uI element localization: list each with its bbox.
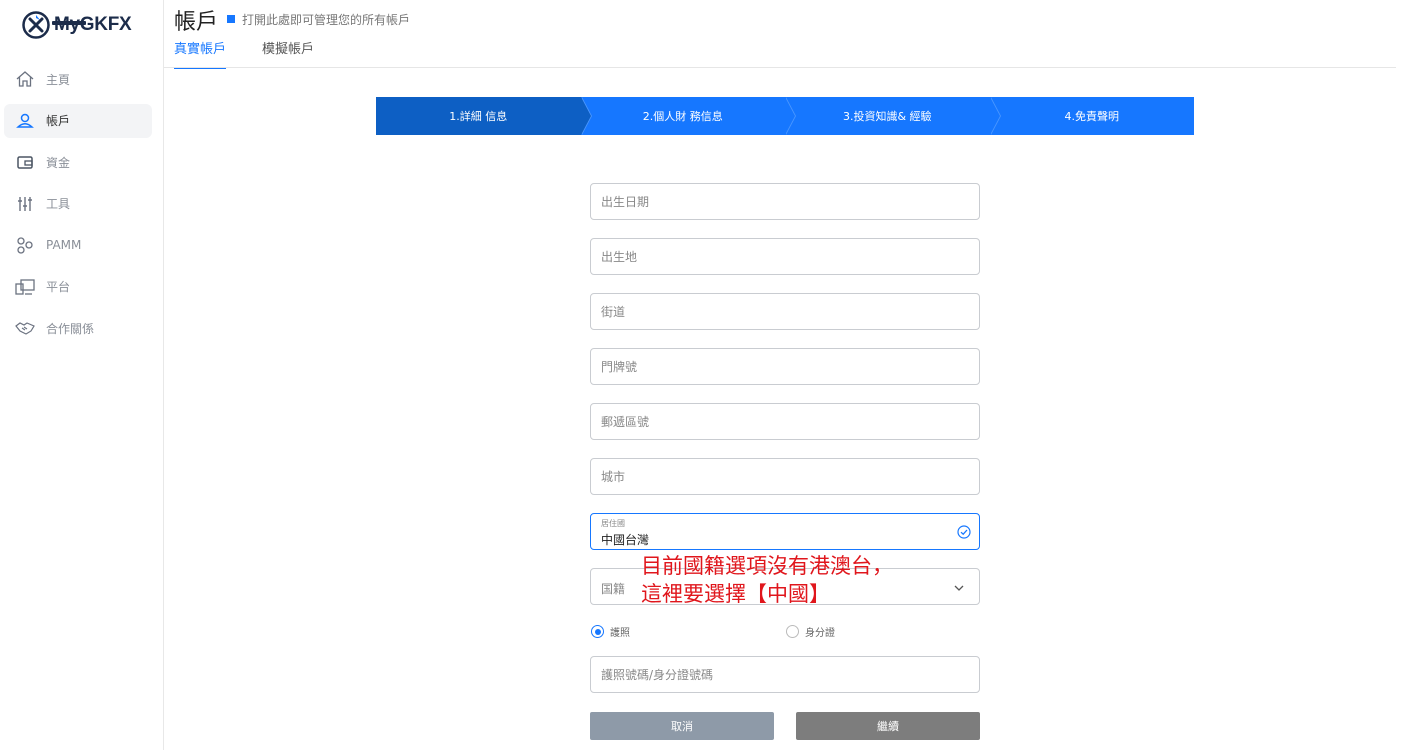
id-number-field [590, 656, 980, 693]
step-label: 2.個人財 務信息 [642, 110, 723, 123]
step-label: 3.投資知識& 經驗 [842, 110, 932, 123]
step-label: 4.免責聲明 [1064, 110, 1120, 123]
birth-date-field [590, 183, 980, 220]
logo-underline [52, 21, 86, 25]
step-label: 1.詳細 信息 [449, 110, 508, 123]
platform-icon [14, 276, 36, 298]
postal-code-field [590, 403, 980, 440]
step-arrow [989, 97, 1000, 135]
sidebar-item-label: 主頁 [46, 72, 71, 87]
step-disclaimer[interactable]: 4.免責聲明 [990, 97, 1195, 135]
sidebar-item-label: 平台 [46, 280, 71, 294]
step-arrow [785, 97, 795, 135]
sidebar-item-label: 工具 [46, 197, 71, 211]
id-number-input[interactable] [591, 657, 979, 692]
pamm-icon [14, 234, 36, 256]
chevron-down-icon [954, 585, 964, 591]
cancel-button[interactable]: 取消 [590, 712, 774, 740]
nationality-placeholder: 国籍 [601, 582, 626, 596]
sidebar-item-tools[interactable]: 工具 [4, 187, 152, 221]
sidebar-item-pamm[interactable]: PAMM [4, 228, 152, 262]
title-accent-square [227, 15, 235, 23]
postal-code-input[interactable] [591, 404, 979, 439]
sidebar-item-label: 合作關係 [46, 321, 95, 336]
sidebar-item-label: 帳戶 [46, 114, 71, 128]
check-circle-icon [957, 525, 971, 539]
annotation-line-2: 這裡要選擇【中國】 [641, 582, 830, 606]
house-number-input[interactable] [591, 349, 979, 384]
home-icon [14, 68, 36, 90]
sidebar-item-label: PAMM [46, 238, 82, 252]
residence-country-select[interactable]: 居住國 中國台灣 [590, 513, 980, 550]
sliders-icon [14, 193, 36, 215]
header-divider [164, 67, 1396, 68]
sidebar-item-home[interactable]: 主頁 [4, 62, 152, 96]
progress-stepper: 1.詳細 信息 2.個人財 務信息 3.投資知識& 經驗 4.免責聲明 [376, 97, 1194, 135]
radio-button[interactable] [591, 625, 604, 638]
annotation-line-1: 目前國籍選項沒有港澳台， [641, 554, 893, 578]
sidebar-item-platform[interactable]: 平台 [4, 270, 152, 304]
residence-country-label: 居住國 [601, 519, 625, 528]
logo-mark-icon [22, 11, 50, 39]
brand-logo[interactable]: MyGKFX [22, 10, 132, 40]
tab-demo-account[interactable]: 模擬帳戶 [262, 38, 314, 69]
street-field [590, 293, 980, 330]
page-description: 打開此處即可管理您的所有帳戶 [242, 13, 411, 27]
step-personal-finance[interactable]: 2.個人財 務信息 [581, 97, 796, 135]
continue-button[interactable]: 繼續 [796, 712, 980, 740]
birth-place-input[interactable] [591, 239, 979, 274]
birth-place-field [590, 238, 980, 275]
brand-name: MyGKFX [54, 14, 132, 35]
sidebar-item-partnership[interactable]: 合作關係 [4, 311, 152, 345]
street-input[interactable] [591, 294, 979, 329]
radio-button[interactable] [786, 625, 799, 638]
birth-date-input[interactable] [591, 184, 979, 219]
sidebar-nav: 主頁 帳戶 資金 工具 PAMM 平台 合作關係 [4, 62, 152, 353]
city-input[interactable] [591, 459, 979, 494]
account-tabs: 真實帳戶 模擬帳戶 [174, 38, 314, 69]
step-arrow [580, 97, 591, 135]
wallet-icon [14, 151, 36, 173]
sidebar-item-funds[interactable]: 資金 [4, 145, 152, 179]
radio-id-card[interactable]: 身分證 [786, 624, 835, 639]
radio-label: 護照 [610, 628, 630, 639]
step-details[interactable]: 1.詳細 信息 [376, 97, 592, 135]
annotation-note: 目前國籍選項沒有港澳台， 這裡要選擇【中國】 [641, 552, 893, 608]
user-icon [14, 110, 36, 132]
sidebar-item-account[interactable]: 帳戶 [4, 103, 152, 138]
sidebar: MyGKFX 主頁 帳戶 資金 工具 PAMM 平台 合作關係 [0, 0, 164, 750]
id-type-radio-group: 護照 身分證 [590, 624, 980, 640]
radio-passport[interactable]: 護照 [591, 624, 630, 639]
handshake-icon [14, 317, 36, 339]
residence-country-value: 中國台灣 [601, 533, 650, 547]
tab-real-account[interactable]: 真實帳戶 [174, 38, 227, 69]
page-title: 帳戶 [174, 10, 219, 35]
radio-label: 身分證 [805, 628, 835, 639]
sidebar-item-label: 資金 [46, 155, 71, 170]
city-field [590, 458, 980, 495]
house-number-field [590, 348, 980, 385]
step-investment-knowledge[interactable]: 3.投資知識& 經驗 [785, 97, 1001, 135]
